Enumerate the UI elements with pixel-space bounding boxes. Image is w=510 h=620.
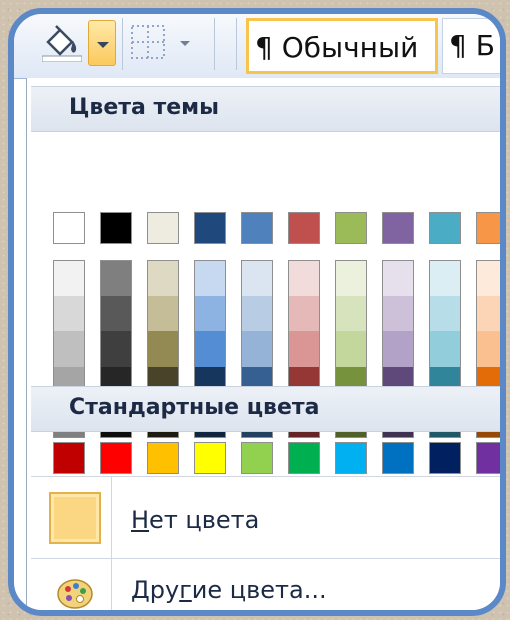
theme-shade-swatch[interactable] xyxy=(477,261,500,297)
theme-shade-swatch[interactable] xyxy=(289,261,319,297)
no-color-label: Нет цвета xyxy=(131,506,260,534)
borders-button[interactable] xyxy=(128,22,172,64)
theme-color-swatch[interactable] xyxy=(382,212,414,244)
theme-shade-swatch[interactable] xyxy=(54,331,84,367)
fill-color-dropdown-button[interactable] xyxy=(88,20,116,66)
theme-colors-title: Цвета темы xyxy=(69,95,220,120)
theme-shade-swatch[interactable] xyxy=(148,296,178,332)
style-normal-button[interactable]: ¶ Обычный xyxy=(246,18,438,74)
chevron-down-icon xyxy=(97,42,109,48)
theme-color-swatch[interactable] xyxy=(100,212,132,244)
theme-shade-swatch[interactable] xyxy=(242,261,272,297)
standard-color-swatch[interactable] xyxy=(100,442,132,474)
theme-color-swatch[interactable] xyxy=(429,212,461,244)
theme-shade-swatch[interactable] xyxy=(242,331,272,367)
toolbar-separator xyxy=(236,18,237,70)
standard-color-swatch[interactable] xyxy=(288,442,320,474)
theme-color-swatch[interactable] xyxy=(53,212,85,244)
theme-shade-swatch[interactable] xyxy=(477,331,500,367)
theme-shade-swatch[interactable] xyxy=(101,261,131,297)
theme-shade-swatch[interactable] xyxy=(195,296,225,332)
color-menu-frame: ¶ Обычный ¶ Б Цвета темы Стандартные цве… xyxy=(8,8,506,616)
theme-shade-swatch[interactable] xyxy=(336,331,366,367)
theme-shade-swatch[interactable] xyxy=(336,261,366,297)
ribbon-toolbar: ¶ Обычный ¶ Б xyxy=(14,14,500,79)
toolbar-separator xyxy=(214,18,215,70)
standard-color-swatch[interactable] xyxy=(241,442,273,474)
menu-divider xyxy=(31,558,500,559)
theme-shade-swatch[interactable] xyxy=(242,296,272,332)
color-dropdown-panel: Цвета темы Стандартные цвета Нет цвета Д xyxy=(26,78,500,610)
more-colors-label: Другие цвета... xyxy=(131,576,327,604)
theme-shade-swatch[interactable] xyxy=(336,296,366,332)
theme-shade-swatch[interactable] xyxy=(54,296,84,332)
theme-shade-swatch[interactable] xyxy=(148,331,178,367)
standard-color-swatch[interactable] xyxy=(382,442,414,474)
standard-color-swatch[interactable] xyxy=(335,442,367,474)
theme-shade-swatch[interactable] xyxy=(195,261,225,297)
standard-color-swatch[interactable] xyxy=(53,442,85,474)
standard-color-swatch[interactable] xyxy=(429,442,461,474)
theme-shade-swatch[interactable] xyxy=(195,331,225,367)
theme-shade-swatch[interactable] xyxy=(101,331,131,367)
no-color-swatch xyxy=(49,492,101,544)
style-next-button[interactable]: ¶ Б xyxy=(442,18,500,74)
theme-shade-swatch[interactable] xyxy=(383,296,413,332)
theme-shade-swatch[interactable] xyxy=(289,296,319,332)
fill-color-button[interactable] xyxy=(36,20,88,66)
theme-shade-swatch[interactable] xyxy=(148,261,178,297)
theme-colors-header: Цвета темы xyxy=(31,86,500,132)
menu-divider xyxy=(31,476,500,477)
standard-color-swatch[interactable] xyxy=(194,442,226,474)
paint-bucket-icon xyxy=(42,25,82,62)
toolbar-separator xyxy=(122,18,123,70)
theme-shade-swatch[interactable] xyxy=(289,331,319,367)
borders-dropdown-button[interactable] xyxy=(174,22,196,64)
theme-color-swatch[interactable] xyxy=(476,212,500,244)
theme-color-swatch[interactable] xyxy=(194,212,226,244)
standard-colors-header: Стандартные цвета xyxy=(31,386,500,432)
theme-color-swatch[interactable] xyxy=(335,212,367,244)
standard-colors-title: Стандартные цвета xyxy=(69,395,320,420)
theme-shade-swatch[interactable] xyxy=(383,331,413,367)
theme-color-swatch[interactable] xyxy=(288,212,320,244)
standard-color-swatch[interactable] xyxy=(147,442,179,474)
theme-shade-swatch[interactable] xyxy=(430,331,460,367)
theme-shade-swatch[interactable] xyxy=(477,296,500,332)
standard-color-swatch[interactable] xyxy=(476,442,500,474)
chevron-down-icon xyxy=(180,41,190,46)
theme-shade-swatch[interactable] xyxy=(101,296,131,332)
theme-shade-swatch[interactable] xyxy=(430,296,460,332)
theme-color-swatch[interactable] xyxy=(147,212,179,244)
palette-icon xyxy=(57,579,93,609)
borders-grid-icon xyxy=(131,25,165,59)
theme-color-swatch[interactable] xyxy=(241,212,273,244)
theme-shade-swatch[interactable] xyxy=(54,261,84,297)
theme-shade-swatch[interactable] xyxy=(383,261,413,297)
menu-icon-rail xyxy=(111,476,112,610)
theme-shade-swatch[interactable] xyxy=(430,261,460,297)
